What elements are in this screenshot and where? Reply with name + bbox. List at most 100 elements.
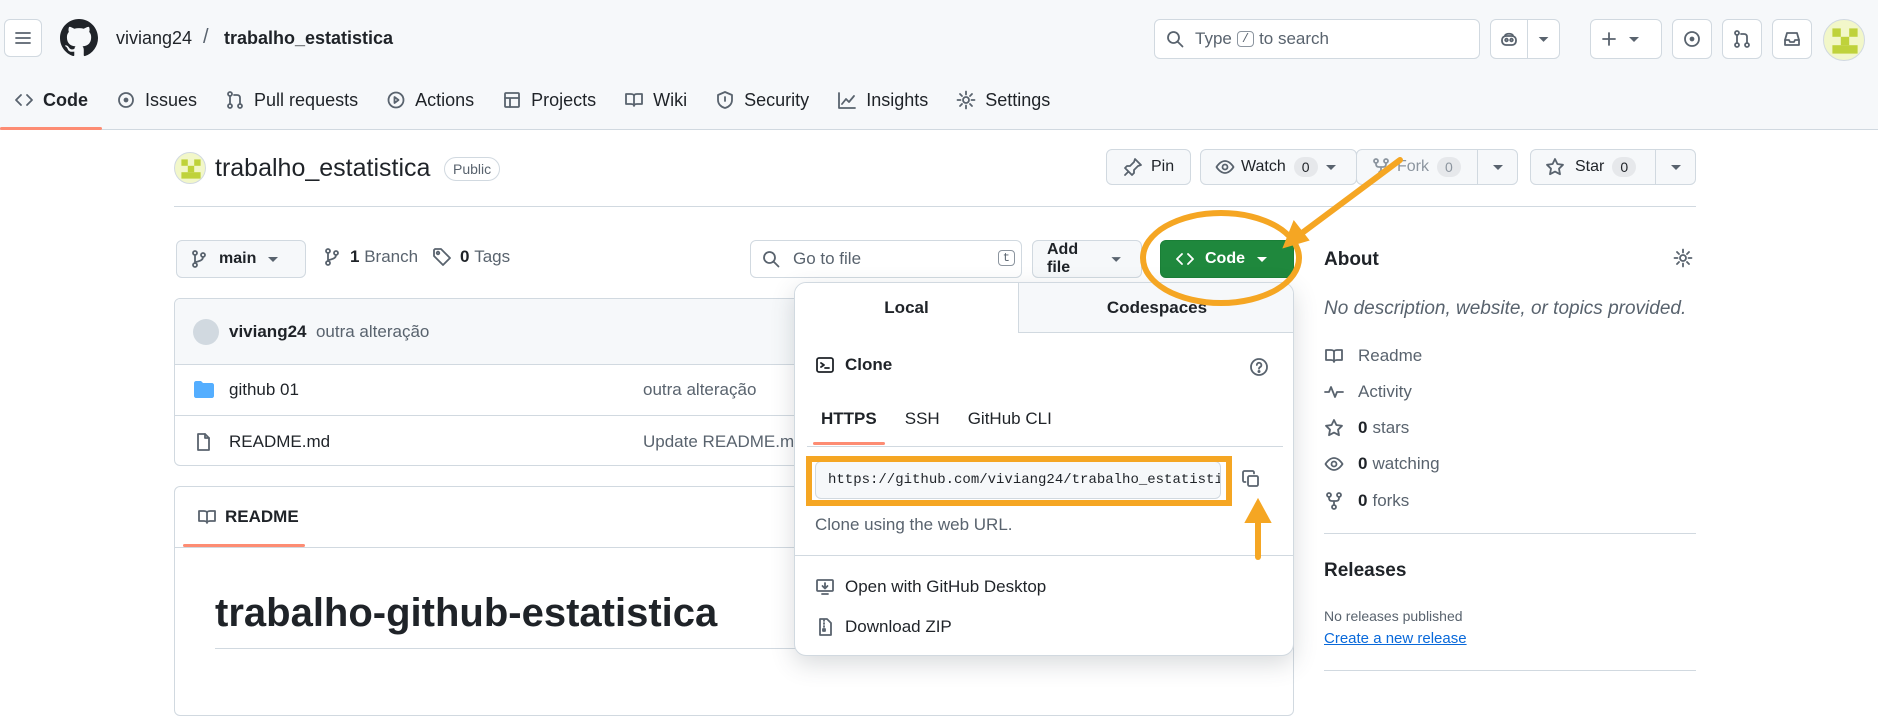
file-commit-message[interactable]: outra alteração xyxy=(643,380,756,400)
tab-local[interactable]: Local xyxy=(795,283,1019,333)
chevron-down-icon xyxy=(1492,165,1503,170)
tab-wiki[interactable]: Wiki xyxy=(610,80,701,120)
star-menu-toggle[interactable] xyxy=(1655,150,1695,184)
fork-label: Fork xyxy=(1397,158,1429,175)
tab-label: Security xyxy=(744,89,810,110)
create-release-link[interactable]: Create a new release xyxy=(1324,630,1467,647)
releases-empty-text: No releases published xyxy=(1324,608,1463,624)
pulse-icon xyxy=(1324,386,1344,398)
tab-projects[interactable]: Projects xyxy=(488,80,610,120)
stars-count: 0 xyxy=(1358,418,1368,437)
watch-count: 0 xyxy=(1293,157,1318,177)
tab-pull-requests[interactable]: Pull requests xyxy=(211,80,372,120)
about-settings-button[interactable] xyxy=(1673,248,1693,268)
go-to-file-input[interactable]: Go to file t xyxy=(750,240,1022,278)
copilot-button[interactable] xyxy=(1490,19,1560,59)
star-button[interactable]: Star 0 xyxy=(1530,149,1696,185)
fork-icon xyxy=(1326,492,1342,510)
download-zip-label: Download ZIP xyxy=(845,617,952,636)
table-icon xyxy=(504,92,521,108)
fork-button[interactable]: Fork 0 xyxy=(1356,149,1518,185)
fork-count: 0 xyxy=(1437,157,1461,177)
forks-link[interactable]: 0 forks xyxy=(1324,491,1409,511)
commit-author[interactable]: viviang24 xyxy=(229,322,307,342)
download-zip-action[interactable]: Download ZIP xyxy=(815,617,952,637)
readme-link-label: Readme xyxy=(1358,346,1423,365)
branch-selector[interactable]: main xyxy=(176,240,306,278)
chevron-down-icon xyxy=(1538,37,1549,42)
pin-button[interactable]: Pin xyxy=(1106,149,1192,185)
inbox-button[interactable] xyxy=(1772,19,1812,59)
pull-requests-button[interactable] xyxy=(1722,19,1762,59)
tag-count: 0 xyxy=(460,247,470,266)
search-input[interactable]: Type / to search xyxy=(1154,19,1480,59)
chevron-down-icon xyxy=(1670,165,1681,170)
activity-link-label: Activity xyxy=(1358,382,1412,401)
watching-link[interactable]: 0 watching xyxy=(1324,454,1440,474)
divider xyxy=(1324,670,1696,671)
chevron-down-icon xyxy=(268,257,279,262)
breadcrumb-owner[interactable]: viviang24 xyxy=(116,28,192,49)
avatar[interactable] xyxy=(1823,19,1865,61)
pin-label: Pin xyxy=(1151,158,1175,175)
releases-title[interactable]: Releases xyxy=(1324,560,1406,582)
star-icon xyxy=(1546,158,1564,176)
tab-label: Actions xyxy=(415,89,475,110)
tab-label: Projects xyxy=(531,89,597,110)
breadcrumb-repo[interactable]: trabalho_estatistica xyxy=(224,28,393,49)
help-button[interactable] xyxy=(1249,357,1269,377)
watch-label: Watch xyxy=(1241,158,1286,175)
tab-actions[interactable]: Actions xyxy=(372,80,488,120)
search-icon xyxy=(763,251,780,268)
readme-tab[interactable]: README xyxy=(197,507,299,527)
branch-name: main xyxy=(219,250,257,267)
watching-count: 0 xyxy=(1358,454,1368,473)
highlight-ellipse xyxy=(1140,210,1302,306)
issues-button[interactable] xyxy=(1672,19,1712,59)
tab-label: Settings xyxy=(985,89,1051,110)
repo-title[interactable]: trabalho_estatistica xyxy=(215,154,430,183)
clone-hint: Clone using the web URL. xyxy=(815,515,1013,534)
watch-button[interactable]: Watch 0 xyxy=(1200,149,1357,185)
shortcut-key: t xyxy=(997,250,1015,266)
branches-link[interactable]: 1 Branch xyxy=(322,247,418,267)
tab-label: Pull requests xyxy=(254,89,359,110)
play-icon xyxy=(387,91,405,109)
readme-link[interactable]: Readme xyxy=(1324,346,1422,366)
tab-github-cli[interactable]: GitHub CLI xyxy=(954,399,1066,439)
file-name[interactable]: github 01 xyxy=(229,380,299,400)
open-desktop-action[interactable]: Open with GitHub Desktop xyxy=(815,577,1046,597)
tab-ssh[interactable]: SSH xyxy=(891,399,954,439)
pull-request-icon xyxy=(1734,30,1750,48)
chevron-down-icon xyxy=(1629,37,1639,42)
file-commit-message[interactable]: Update README.md xyxy=(643,432,804,452)
tab-issues[interactable]: Issues xyxy=(102,80,211,120)
tab-settings[interactable]: Settings xyxy=(942,80,1064,120)
divider xyxy=(174,206,1696,207)
tab-label: Wiki xyxy=(653,89,688,110)
star-icon xyxy=(1325,419,1343,437)
clone-heading: Clone xyxy=(815,355,892,375)
copy-url-button[interactable] xyxy=(1241,469,1261,489)
book-icon xyxy=(1325,349,1343,363)
add-file-button[interactable]: Add file xyxy=(1032,240,1142,278)
about-title: About xyxy=(1324,249,1379,270)
forks-count: 0 xyxy=(1358,491,1368,510)
tab-https[interactable]: HTTPS xyxy=(807,399,891,445)
commit-message[interactable]: outra alteração xyxy=(316,322,429,342)
file-name[interactable]: README.md xyxy=(229,432,330,452)
github-logo-icon[interactable] xyxy=(60,19,98,57)
inbox-icon xyxy=(1784,32,1800,46)
tab-code[interactable]: Code xyxy=(0,80,102,130)
create-new-button[interactable] xyxy=(1590,19,1662,59)
desktop-download-icon xyxy=(816,579,834,595)
tab-security[interactable]: Security xyxy=(701,80,823,120)
fork-menu-toggle[interactable] xyxy=(1477,150,1517,184)
stars-link[interactable]: 0 stars xyxy=(1324,418,1409,438)
terminal-icon xyxy=(816,357,834,373)
tags-link[interactable]: 0 Tags xyxy=(432,247,510,267)
eye-icon xyxy=(1215,160,1235,174)
tab-insights[interactable]: Insights xyxy=(823,80,942,120)
menu-button[interactable] xyxy=(4,19,42,57)
activity-link[interactable]: Activity xyxy=(1324,382,1412,402)
